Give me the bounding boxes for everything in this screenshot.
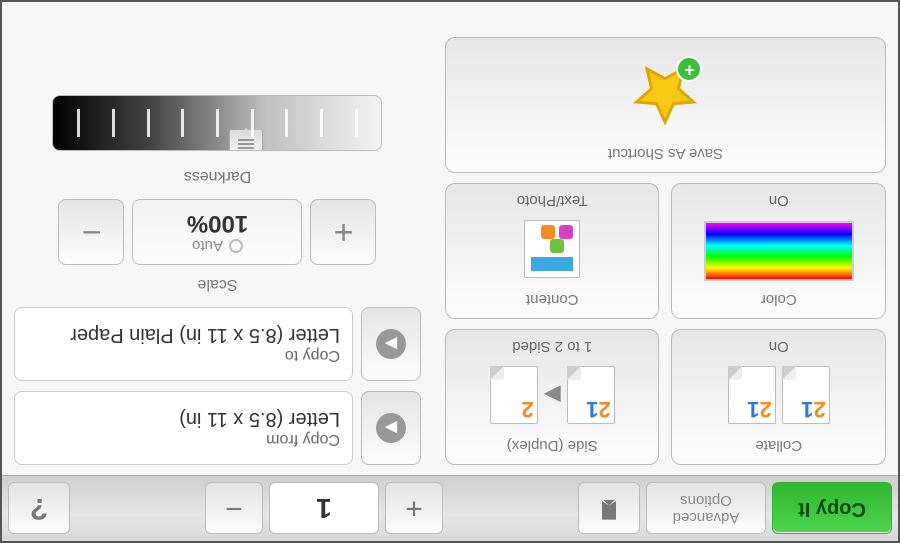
collate-tile[interactable]: Collate 21 21 On (672, 329, 887, 465)
content-value: Text/Photo (517, 192, 588, 209)
color-tile[interactable]: Color On (672, 183, 887, 319)
rainbow-icon (704, 221, 854, 281)
collate-value: On (769, 338, 789, 355)
content-caption: Content (526, 291, 579, 308)
copy-from-field[interactable]: Copy from Letter (8.5 x 11 in) (14, 391, 353, 465)
go-arrow-icon: ▶ (376, 329, 406, 359)
color-value: On (769, 192, 789, 209)
copy-count-display[interactable]: 1 (269, 483, 379, 535)
collate-thumb: 21 21 (679, 355, 880, 435)
advanced-line2: Options (680, 492, 732, 509)
header-bar: Copy It Advanced Options + 1 − ? (2, 475, 898, 541)
darkness-caption: Darkness (14, 167, 421, 185)
save-bookmark-button[interactable] (578, 483, 640, 535)
color-thumb (679, 209, 880, 289)
increment-button[interactable]: + (385, 483, 443, 535)
scale-percent: 100% (187, 210, 248, 238)
page-icon: 21 (567, 366, 615, 424)
copy-from-value: Letter (8.5 x 11 in) (27, 408, 340, 431)
page-icon: 2 (490, 366, 538, 424)
save-shortcut-caption: Save As Shortcut (608, 145, 723, 162)
copy-from-go-button[interactable]: ▶ (361, 391, 421, 465)
duplex-tile[interactable]: Side (Duplex) 21 ▶ 2 1 to 2 Sided (445, 329, 660, 465)
copy-to-go-button[interactable]: ▶ (361, 307, 421, 381)
darkness-handle[interactable] (230, 130, 264, 151)
duplex-caption: Side (Duplex) (507, 437, 598, 454)
save-shortcut-thumb: + (452, 44, 879, 143)
settings-column: ▶ Copy from Letter (8.5 x 11 in) ▶ Copy … (2, 0, 433, 475)
copy-it-button[interactable]: Copy It (772, 483, 892, 535)
arrow-right-icon: ▶ (544, 382, 561, 408)
options-column: Collate 21 21 On Side (Duplex) 21 ▶ 2 1 … (433, 0, 898, 475)
page-icon: 21 (728, 366, 776, 424)
scale-display[interactable]: Auto 100% (133, 199, 303, 265)
save-shortcut-tile[interactable]: Save As Shortcut + (445, 37, 886, 173)
star-icon: + (631, 59, 701, 129)
content-thumb (452, 209, 653, 289)
scale-auto-label: Auto (192, 238, 223, 255)
scale-minus-button[interactable]: − (59, 199, 125, 265)
darkness-slider[interactable] (53, 95, 383, 151)
content-tile[interactable]: Content Text/Photo (445, 183, 660, 319)
copy-to-label: Copy to (27, 347, 340, 365)
help-button[interactable]: ? (8, 483, 70, 535)
advanced-line1: Advanced (673, 509, 740, 526)
duplex-value: 1 to 2 Sided (512, 338, 592, 355)
photo-icon (524, 220, 580, 278)
decrement-button[interactable]: − (205, 483, 263, 535)
collate-caption: Collate (755, 437, 802, 454)
copy-from-label: Copy from (27, 431, 340, 449)
radio-ring-icon (229, 239, 243, 253)
page-icon: 21 (782, 366, 830, 424)
scale-caption: Scale (14, 275, 421, 293)
color-caption: Color (761, 291, 797, 308)
copy-to-value: Letter (8.5 x 11 in) Plain Paper (27, 324, 340, 347)
duplex-thumb: 21 ▶ 2 (452, 355, 653, 435)
bookmark-down-icon (595, 495, 623, 523)
scale-plus-button[interactable]: + (311, 199, 377, 265)
main-area: Collate 21 21 On Side (Duplex) 21 ▶ 2 1 … (2, 0, 898, 475)
go-arrow-icon: ▶ (376, 413, 406, 443)
advanced-options-button[interactable]: Advanced Options (646, 483, 766, 535)
copy-to-field[interactable]: Copy to Letter (8.5 x 11 in) Plain Paper (14, 307, 353, 381)
